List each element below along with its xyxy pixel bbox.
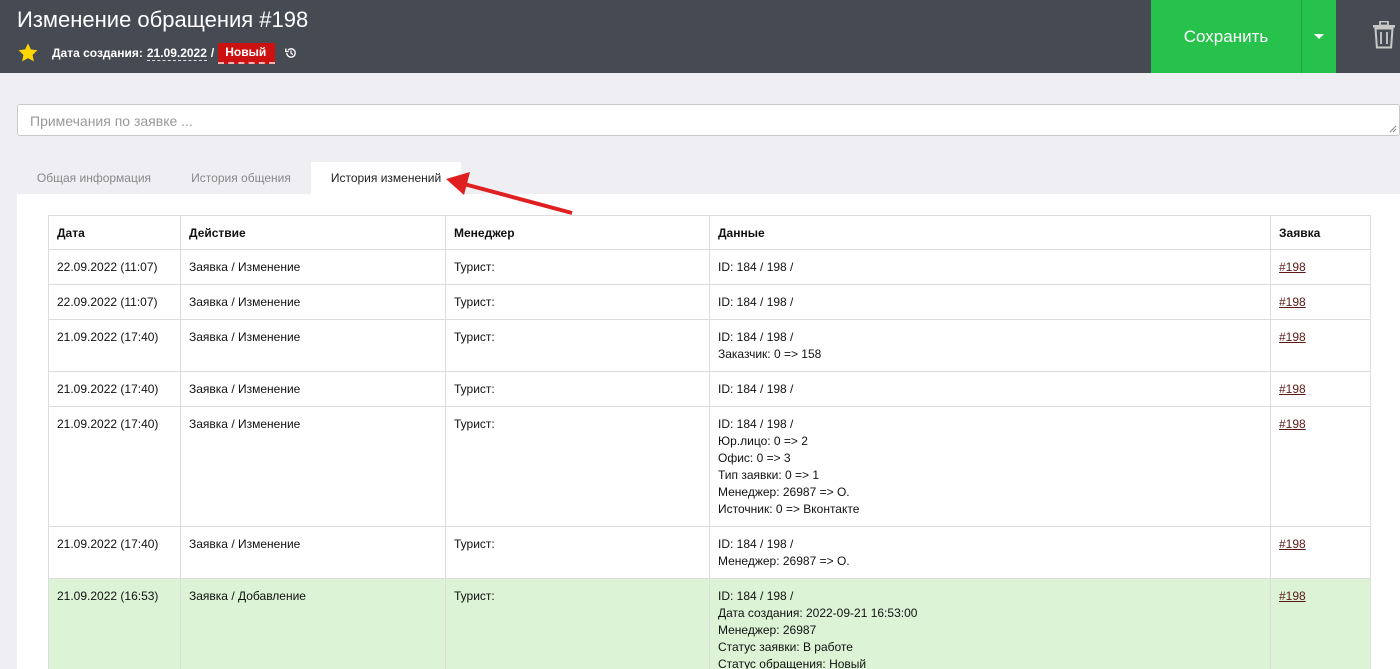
tab-communication-history[interactable]: История общения <box>171 162 311 194</box>
request-link[interactable]: #198 <box>1279 260 1306 274</box>
history-icon[interactable] <box>284 46 298 60</box>
cell-date: 22.09.2022 (11:07) <box>48 284 181 320</box>
chevron-down-icon <box>1314 34 1324 39</box>
table-row: 21.09.2022 (17:40) Заявка / Изменение Тури… <box>48 319 1371 372</box>
cell-action: Заявка / Изменение <box>180 319 446 372</box>
data-line: ID: 184 / 198 / <box>718 330 794 344</box>
table-row: 21.09.2022 (17:40) Заявка / Изменение Тури… <box>48 406 1371 527</box>
header-subline: Дата создания: 21.09.2022 / Новый <box>17 42 298 64</box>
col-header-data[interactable]: Данные <box>709 215 1271 250</box>
data-line: Статус заявки: В работе <box>718 640 853 654</box>
cell-data: ID: 184 / 198 / <box>709 371 1271 407</box>
data-line: Менеджер: 26987 => О. <box>718 485 850 499</box>
request-link[interactable]: #198 <box>1279 417 1306 431</box>
top-header: Изменение обращения #198 Дата создания: … <box>0 0 1400 73</box>
col-header-date[interactable]: Дата <box>48 215 181 250</box>
table-row: 21.09.2022 (17:40) Заявка / Изменение Тури… <box>48 526 1371 579</box>
cell-manager: Турист: <box>445 371 710 407</box>
data-line: Тип заявки: 0 => 1 <box>718 468 820 482</box>
data-line: ID: 184 / 198 / <box>718 260 794 274</box>
trash-icon[interactable] <box>1372 21 1396 49</box>
table-row: 22.09.2022 (11:07) Заявка / Изменение Тури… <box>48 249 1371 285</box>
cell-data: ID: 184 / 198 / <box>709 249 1271 285</box>
data-line: ID: 184 / 198 / <box>718 295 794 309</box>
cell-request: #198 <box>1270 284 1371 320</box>
created-date-value[interactable]: 21.09.2022 <box>146 46 207 61</box>
status-badge[interactable]: Новый <box>218 42 276 64</box>
page-title: Изменение обращения #198 <box>17 7 309 32</box>
cell-action: Заявка / Изменение <box>180 371 446 407</box>
tab-general-info[interactable]: Общая информация <box>17 162 171 194</box>
cell-request: #198 <box>1270 578 1371 669</box>
cell-date: 21.09.2022 (17:40) <box>48 371 181 407</box>
cell-manager: Турист: <box>445 578 710 669</box>
cell-request: #198 <box>1270 406 1371 527</box>
col-header-action[interactable]: Действие <box>180 215 446 250</box>
cell-request: #198 <box>1270 319 1371 372</box>
request-link[interactable]: #198 <box>1279 295 1306 309</box>
table-header-row: Дата Действие Менеджер Данные Заявка <box>48 215 1371 250</box>
notes-placeholder: Примечания по заявке ... <box>30 113 193 129</box>
data-line: Офис: 0 => 3 <box>718 451 791 465</box>
data-line: Юр.лицо: 0 => 2 <box>718 434 808 448</box>
notes-textarea[interactable]: Примечания по заявке ... <box>17 104 1400 136</box>
cell-date: 21.09.2022 (17:40) <box>48 406 181 527</box>
request-link[interactable]: #198 <box>1279 330 1306 344</box>
table-row: 21.09.2022 (17:40) Заявка / Изменение Тури… <box>48 371 1371 407</box>
star-icon[interactable] <box>17 42 39 64</box>
data-line: Менеджер: 26987 <box>718 623 817 637</box>
cell-date: 21.09.2022 (16:53) <box>48 578 181 669</box>
separator: / <box>210 46 215 60</box>
data-line: Менеджер: 26987 => О. <box>718 554 850 568</box>
cell-request: #198 <box>1270 371 1371 407</box>
cell-manager: Турист: <box>445 284 710 320</box>
change-history-table: Дата Действие Менеджер Данные Заявка 22.… <box>48 215 1371 669</box>
cell-data: ID: 184 / 198 / Менеджер: 26987 => О. <box>709 526 1271 579</box>
cell-manager: Турист: <box>445 526 710 579</box>
data-line: ID: 184 / 198 / <box>718 417 794 431</box>
cell-request: #198 <box>1270 249 1371 285</box>
data-line: ID: 184 / 198 / <box>718 537 794 551</box>
request-link[interactable]: #198 <box>1279 537 1306 551</box>
resize-grip-icon[interactable] <box>1389 125 1397 133</box>
cell-manager: Турист: <box>445 249 710 285</box>
table-row: 21.09.2022 (16:53) Заявка / Добавление Тур… <box>48 578 1371 669</box>
save-dropdown-button[interactable] <box>1301 0 1336 73</box>
cell-data: ID: 184 / 198 / Дата создания: 2022-09-21… <box>709 578 1271 669</box>
request-link[interactable]: #198 <box>1279 382 1306 396</box>
data-line: Дата создания: 2022-09-21 16:53:00 <box>718 606 918 620</box>
save-button[interactable]: Сохранить <box>1151 0 1301 73</box>
request-link[interactable]: #198 <box>1279 589 1306 603</box>
cell-action: Заявка / Изменение <box>180 249 446 285</box>
tab-change-history[interactable]: История изменений <box>311 162 461 194</box>
cell-date: 22.09.2022 (11:07) <box>48 249 181 285</box>
cell-data: ID: 184 / 198 / Юр.лицо: 0 => 2 Офис: 0 =>… <box>709 406 1271 527</box>
cell-date: 21.09.2022 (17:40) <box>48 319 181 372</box>
cell-manager: Турист: <box>445 406 710 527</box>
cell-manager: Турист: <box>445 319 710 372</box>
cell-data: ID: 184 / 198 / <box>709 284 1271 320</box>
cell-action: Заявка / Добавление <box>180 578 446 669</box>
col-header-request[interactable]: Заявка <box>1270 215 1371 250</box>
data-line: ID: 184 / 198 / <box>718 382 794 396</box>
cell-request: #198 <box>1270 526 1371 579</box>
cell-data: ID: 184 / 198 / Заказчик: 0 => 158 <box>709 319 1271 372</box>
cell-action: Заявка / Изменение <box>180 406 446 527</box>
cell-date: 21.09.2022 (17:40) <box>48 526 181 579</box>
created-date-label: Дата создания: <box>52 46 143 60</box>
table-row: 22.09.2022 (11:07) Заявка / Изменение Тури… <box>48 284 1371 320</box>
data-line: Статус обращения: Новый <box>718 657 867 669</box>
col-header-manager[interactable]: Менеджер <box>445 215 710 250</box>
cell-action: Заявка / Изменение <box>180 526 446 579</box>
data-line: ID: 184 / 198 / <box>718 589 794 603</box>
cell-action: Заявка / Изменение <box>180 284 446 320</box>
data-line: Источник: 0 => Вконтакте <box>718 502 860 516</box>
data-line: Заказчик: 0 => 158 <box>718 347 822 361</box>
